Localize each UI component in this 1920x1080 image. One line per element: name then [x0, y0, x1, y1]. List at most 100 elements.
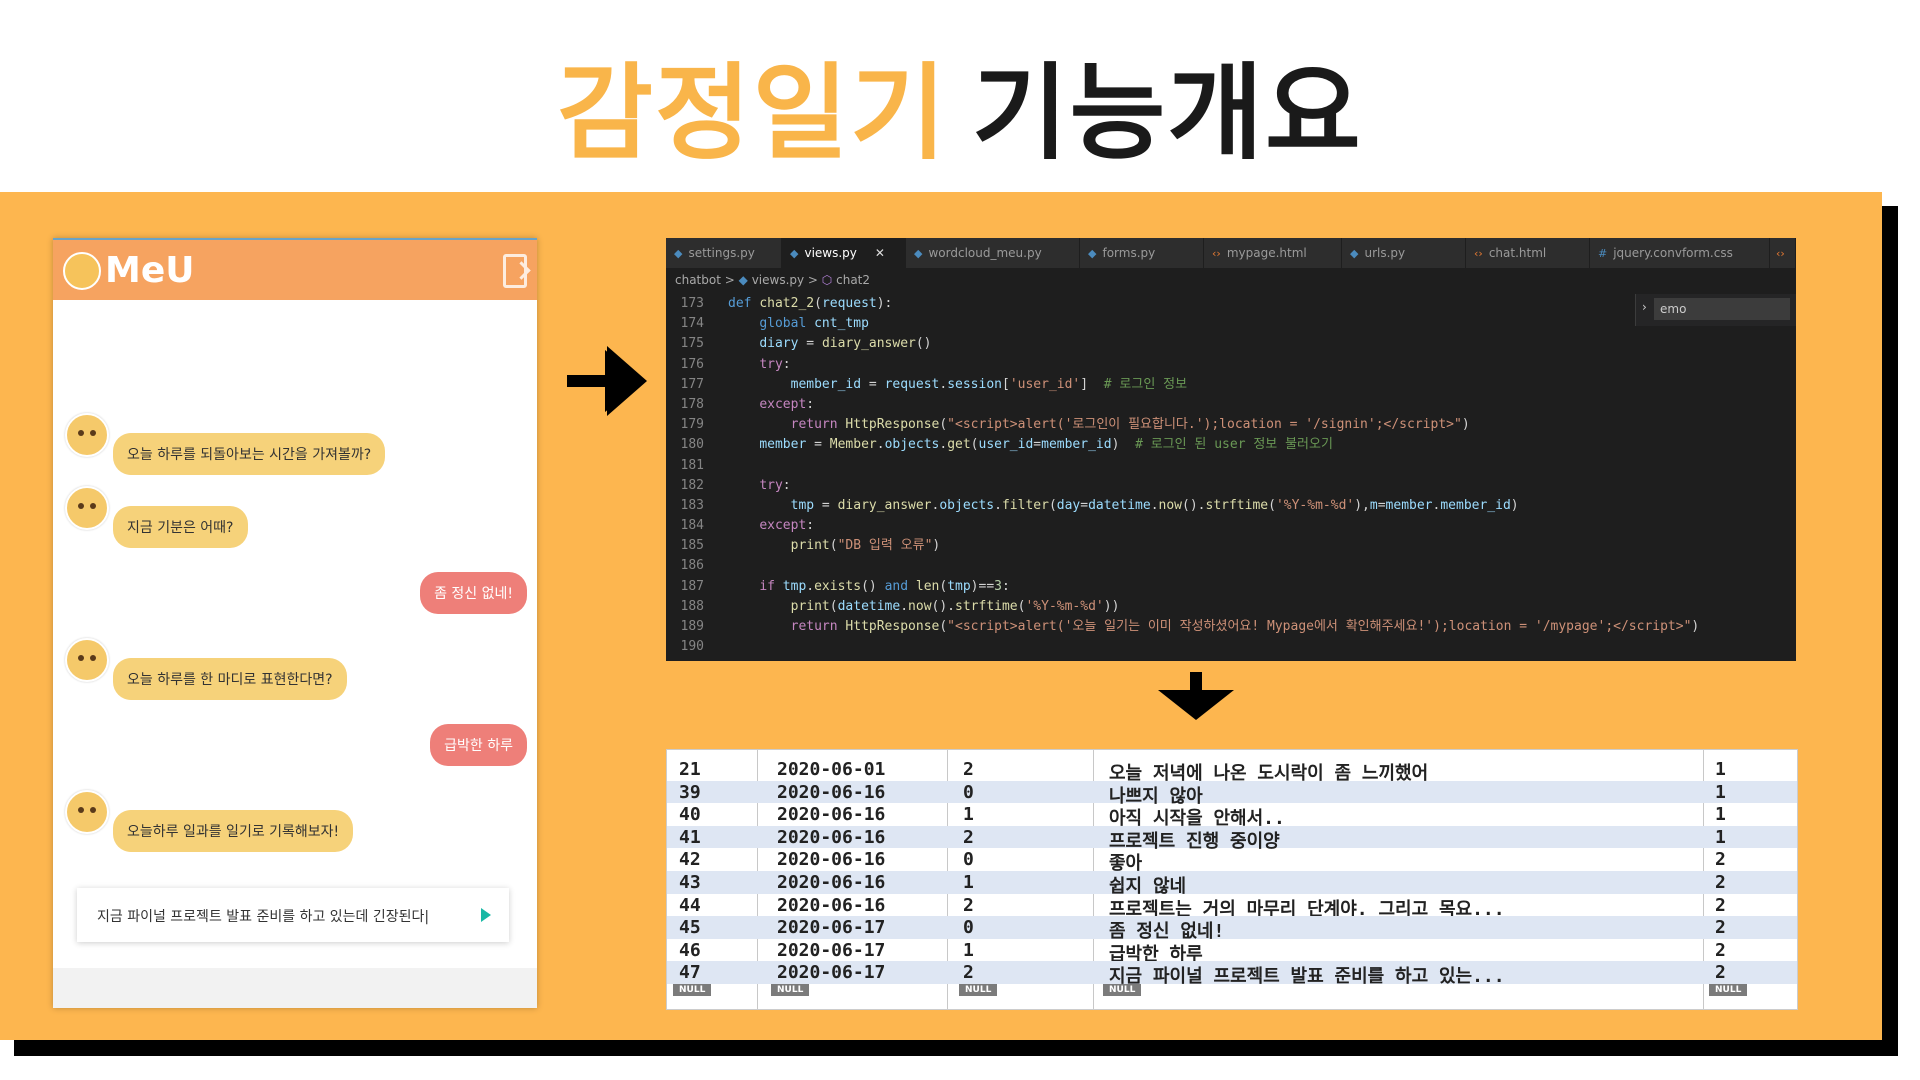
- chevron-right-icon[interactable]: ›: [1642, 300, 1647, 314]
- table-row[interactable]: 43 2020-06-16 1 쉽지 않네 2: [667, 871, 1797, 897]
- tab-settings-py[interactable]: ◆ settings.py: [666, 238, 782, 268]
- table-cell: 46: [679, 939, 701, 961]
- table-row[interactable]: 41 2020-06-16 2 프로젝트 진행 중이양 1: [667, 825, 1797, 852]
- table-cell: 2020-06-01: [777, 759, 886, 780]
- bot-bubble: 오늘 하루를 되돌아보는 시간을 가져볼까?: [113, 433, 386, 475]
- find-input[interactable]: emo: [1654, 298, 1790, 320]
- table-cell: 2020-06-16: [777, 872, 886, 893]
- table-cell: 0: [963, 849, 974, 871]
- arrow-right-icon: [567, 346, 647, 416]
- line-number: 182: [680, 477, 704, 493]
- table-cell: 2020-06-16: [777, 826, 886, 848]
- chat-input[interactable]: 지금 파이널 프로젝트 발표 준비를 하고 있는데 긴장된다|: [97, 906, 429, 926]
- tab-label: wordcloud_meu.py: [928, 246, 1042, 260]
- close-icon[interactable]: ✕: [875, 246, 885, 260]
- table-cell: 2020-06-17: [777, 939, 886, 961]
- breadcrumb-item[interactable]: chat2: [836, 273, 870, 287]
- code-line: 175 diary = diary_answer(): [666, 334, 1796, 354]
- table-cell: 42: [679, 849, 701, 871]
- code-editor: ◆ settings.py ◆ views.py ✕ ◆ wordcloud_meu.p…: [666, 238, 1796, 661]
- python-icon: ◆: [790, 247, 799, 260]
- code-line: 177 member_id = request.session['user_id…: [666, 375, 1796, 395]
- code-line: 178 except:: [666, 395, 1796, 415]
- table-cell: 1: [963, 939, 974, 961]
- code-body: 173 def chat2_2(request): 174 global cnt_…: [666, 294, 1796, 657]
- breadcrumb-item[interactable]: chatbot: [675, 273, 721, 287]
- table-cell: 2: [1715, 849, 1726, 871]
- python-icon: ◆: [674, 247, 683, 260]
- code-line: 187 if tmp.exists() and len(tmp)==3:: [666, 577, 1796, 597]
- table-cell: 2020-06-16: [777, 849, 886, 871]
- bot-bubble: 오늘하루 일과를 일기로 기록해보자!: [113, 810, 354, 852]
- table-row[interactable]: 39 2020-06-16 0 나쁘지 않아 1: [667, 780, 1797, 807]
- table-cell: 45: [679, 917, 701, 939]
- breadcrumb: chatbot > ◆ views.py > ⬡ chat2: [675, 273, 871, 287]
- tab-label: mypage.html: [1226, 246, 1307, 260]
- null-badge: NULL: [1103, 984, 1142, 996]
- app-logo: MeU: [105, 250, 195, 291]
- bot-bubble: 지금 기분은 어때?: [113, 506, 248, 548]
- table-cell: 1: [1715, 826, 1726, 848]
- tab-overflow[interactable]: ‹›: [1770, 238, 1796, 268]
- table-cell: 43: [679, 872, 701, 893]
- tab-label: urls.py: [1364, 246, 1406, 260]
- bot-avatar: [65, 486, 109, 530]
- tab-forms-py[interactable]: ◆ forms.py: [1080, 238, 1204, 268]
- code-line: 181: [666, 456, 1796, 476]
- line-number: 179: [680, 417, 704, 433]
- line-number: 187: [680, 578, 704, 594]
- chat-app-panel: MeU 오늘 하루를 되돌아보는 시간을 가져볼까? 지금 기분은 어때? 좀 …: [53, 238, 537, 1008]
- tab-wordcloud-py[interactable]: ◆ wordcloud_meu.py: [906, 238, 1080, 268]
- breadcrumb-item[interactable]: views.py: [752, 273, 804, 287]
- table-cell: 2: [963, 759, 974, 780]
- table-cell: 44: [679, 894, 701, 916]
- table-row[interactable]: 44 2020-06-16 2 프로젝트는 거의 마무리 단계야. 그리고 목요...…: [667, 894, 1797, 920]
- code-line: 190: [666, 637, 1796, 657]
- user-bubble: 급박한 하루: [430, 724, 527, 766]
- null-badge: NULL: [771, 984, 810, 996]
- table-cell: 2: [963, 826, 974, 848]
- python-icon: ◆: [1350, 247, 1359, 260]
- send-icon[interactable]: [481, 908, 491, 922]
- python-icon: ◆: [914, 247, 923, 260]
- bot-bubble: 오늘 하루를 한 마디로 표현한다면?: [113, 658, 347, 700]
- code-line: 182 try:: [666, 476, 1796, 496]
- table-cell: 40: [679, 804, 701, 826]
- tab-urls-py[interactable]: ◆ urls.py: [1342, 238, 1466, 268]
- code-line: 184 except:: [666, 516, 1796, 536]
- find-widget[interactable]: › emo: [1635, 294, 1796, 326]
- cat-logo-icon: [63, 252, 101, 290]
- line-number: 177: [680, 376, 704, 392]
- tab-mypage-html[interactable]: ‹› mypage.html: [1204, 238, 1342, 268]
- code-line: 176 try:: [666, 355, 1796, 375]
- table-cell: 2: [1715, 939, 1726, 961]
- title-rest: 기능개요: [972, 52, 1363, 174]
- table-row[interactable]: 42 2020-06-16 0 좋아 2: [667, 848, 1797, 874]
- table-row[interactable]: 40 2020-06-16 1 아직 시작을 안해서.. 1: [667, 803, 1797, 829]
- html-icon: ‹›: [1474, 247, 1483, 260]
- logout-icon[interactable]: [503, 254, 527, 288]
- table-cell: 2020-06-16: [777, 804, 886, 826]
- css-icon: #: [1598, 247, 1608, 260]
- table-cell: 47: [679, 962, 701, 984]
- null-badge: NULL: [959, 984, 998, 996]
- table-cell: 2: [963, 962, 974, 984]
- table-cell: 39: [679, 781, 701, 803]
- line-number: 184: [680, 518, 704, 534]
- user-bubble: 좀 정신 없네!: [420, 572, 527, 614]
- table-row[interactable]: 45 2020-06-17 0 좀 정신 없네! 2: [667, 916, 1797, 942]
- python-icon: ◆: [1088, 247, 1097, 260]
- function-icon: ⬡: [821, 273, 833, 287]
- tab-views-py[interactable]: ◆ views.py ✕: [782, 238, 906, 268]
- null-badge: NULL: [673, 984, 712, 996]
- table-cell: 2: [1715, 917, 1726, 939]
- table-row[interactable]: 47 2020-06-17 2 지금 파이널 프로젝트 발표 준비를 하고 있는...…: [667, 961, 1797, 987]
- tab-chat-html[interactable]: ‹› chat.html: [1466, 238, 1590, 268]
- table-row[interactable]: 21 2020-06-01 2 오늘 저녁에 나온 도시락이 좀 느끼했어 1: [667, 758, 1797, 784]
- python-icon: ◆: [738, 273, 748, 287]
- table-row[interactable]: 46 2020-06-17 1 급박한 하루 2: [667, 939, 1797, 965]
- code-line: 185 print("DB 입력 오류"): [666, 536, 1796, 556]
- tab-convform-css[interactable]: # jquery.convform.css: [1590, 238, 1770, 268]
- chat-input-bar[interactable]: 지금 파이널 프로젝트 발표 준비를 하고 있는데 긴장된다|: [77, 888, 509, 942]
- tab-label: settings.py: [688, 246, 755, 260]
